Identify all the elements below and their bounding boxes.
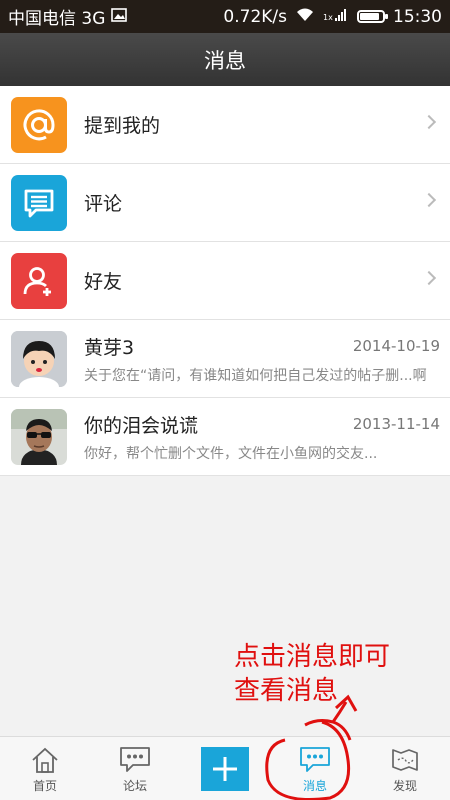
discover-icon: [388, 745, 422, 775]
annotation-line: 查看消息: [234, 676, 339, 706]
tab-messages[interactable]: 消息: [270, 737, 360, 800]
conversation-preview: 关于您在“请问，有谁知道如何把自己发过的帖子删...啊: [84, 367, 427, 384]
wifi-icon: [295, 6, 315, 27]
message-list: 提到我的 评论 好友 黄芽3 2014-10-19 关于您在“请问，有谁知道如何…: [0, 86, 450, 476]
menu-item-mentions[interactable]: 提到我的: [0, 86, 450, 164]
tab-label: 消息: [302, 778, 327, 793]
menu-label: 评论: [84, 193, 123, 215]
home-icon: [28, 745, 62, 775]
avatar: [11, 330, 67, 387]
tab-label: 首页: [32, 778, 57, 793]
battery-icon: [357, 10, 388, 23]
network-speed: 0.72K/s: [223, 6, 287, 27]
menu-label: 提到我的: [84, 115, 161, 137]
tab-label: 论坛: [122, 778, 147, 793]
tab-discover[interactable]: 发现: [360, 737, 450, 800]
clock: 15:30: [393, 6, 442, 27]
status-bar: 中国电信 3G 0.72K/s 1x 15:30: [0, 0, 450, 33]
title-bar: 消息: [0, 33, 450, 86]
image-icon: [111, 7, 128, 27]
conversation-date: 2013-11-14: [352, 414, 440, 433]
annotation-text: 点击消息即可 查看消息: [234, 640, 390, 708]
carrier-label: 中国电信 3G: [8, 9, 106, 29]
conversation-item[interactable]: 黄芽3 2014-10-19 关于您在“请问，有谁知道如何把自己发过的帖子删..…: [0, 320, 450, 398]
chevron-right-icon: [421, 270, 437, 286]
add-friend-icon: [11, 252, 67, 309]
bottom-tab-bar: 首页 论坛 消息 发现: [0, 736, 450, 800]
tab-home[interactable]: 首页: [0, 737, 90, 800]
avatar: [11, 408, 67, 465]
svg-text:1x: 1x: [323, 13, 333, 22]
forum-icon: [118, 745, 152, 775]
at-icon: [11, 96, 67, 153]
conversation-name: 你的泪会说谎: [84, 414, 199, 437]
tab-post[interactable]: [180, 737, 270, 800]
chevron-right-icon: [421, 114, 437, 130]
page-title: 消息: [204, 48, 246, 73]
menu-item-comments[interactable]: 评论: [0, 164, 450, 242]
comment-icon: [11, 174, 67, 231]
menu-item-friends[interactable]: 好友: [0, 242, 450, 320]
conversation-date: 2014-10-19: [352, 336, 440, 355]
conversation-preview: 你好，帮个忙删个文件，文件在小鱼网的交友...: [84, 445, 378, 462]
message-icon: [298, 745, 332, 775]
conversation-item[interactable]: 你的泪会说谎 2013-11-14 你好，帮个忙删个文件，文件在小鱼网的交友..…: [0, 398, 450, 476]
plus-icon: [201, 747, 249, 791]
annotation-line: 点击消息即可: [234, 642, 391, 672]
tab-forum[interactable]: 论坛: [90, 737, 180, 800]
chevron-right-icon: [421, 192, 437, 208]
conversation-name: 黄芽3: [84, 336, 135, 359]
menu-label: 好友: [84, 271, 123, 293]
signal-icon: 1x: [323, 7, 349, 27]
tab-label: 发现: [392, 778, 417, 793]
